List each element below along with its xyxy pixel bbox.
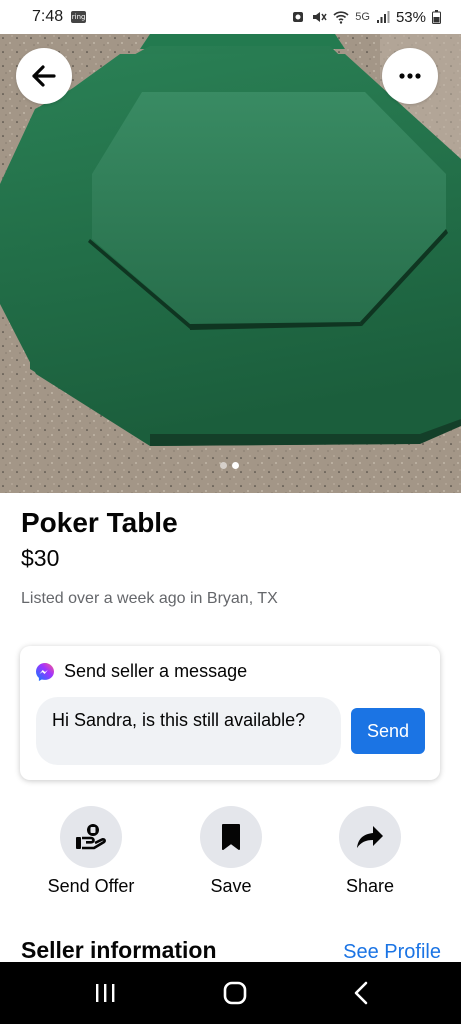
send-offer-label: Send Offer <box>47 876 135 896</box>
battery-percent: 53% <box>395 8 426 26</box>
send-offer-circle[interactable] <box>60 806 122 868</box>
share-icon <box>357 826 383 848</box>
system-nav-bar <box>0 962 461 1024</box>
network-type: 5G <box>355 11 370 23</box>
pagination-dot-active[interactable] <box>232 462 239 469</box>
more-dots-icon <box>399 73 421 79</box>
back-nav-icon[interactable] <box>353 981 369 1005</box>
status-right: 5G 53% <box>291 9 441 26</box>
listing-meta: Listed over a week ago in Bryan, TX <box>21 590 278 607</box>
seller-info-heading: Seller information <box>21 937 217 963</box>
wifi-icon <box>333 11 349 24</box>
listing-photo[interactable] <box>0 34 461 493</box>
share-circle[interactable] <box>339 806 401 868</box>
status-time: 7:48 <box>32 8 64 25</box>
save-label: Save <box>210 876 252 896</box>
share-label: Share <box>345 876 395 896</box>
messenger-icon <box>36 662 54 681</box>
share-button[interactable]: Share <box>315 806 425 897</box>
listing-title: Poker Table <box>21 507 178 538</box>
back-button[interactable] <box>16 48 72 104</box>
photo-pagination <box>220 462 239 469</box>
status-bar: 7:48 ring 5G 53% <box>0 0 461 34</box>
more-options-button[interactable] <box>382 48 438 104</box>
message-seller-card: Send seller a message Hi Sandra, is this… <box>20 646 440 780</box>
send-button[interactable]: Send <box>351 708 425 754</box>
home-icon[interactable] <box>222 980 248 1006</box>
offer-icon <box>76 824 106 850</box>
see-profile-link[interactable]: See Profile <box>343 941 441 964</box>
card-heading-text: Send seller a message <box>64 661 248 681</box>
back-arrow-icon <box>32 65 56 87</box>
listing-price: $30 <box>21 545 60 571</box>
status-left: 7:48 ring <box>32 8 87 26</box>
battery-icon <box>432 10 441 24</box>
send-offer-button[interactable]: Send Offer <box>36 806 146 897</box>
action-row: Send Offer Save Share <box>0 806 461 906</box>
recent-apps-icon[interactable] <box>93 982 117 1004</box>
bookmark-icon <box>222 824 240 850</box>
message-input[interactable]: Hi Sandra, is this still available? <box>36 697 341 765</box>
alarm-icon <box>293 12 304 22</box>
pagination-dot[interactable] <box>220 462 227 469</box>
poker-table-photo <box>0 34 461 493</box>
ring-app-icon: ring <box>71 11 87 23</box>
save-button[interactable]: Save <box>176 806 286 897</box>
save-circle[interactable] <box>200 806 262 868</box>
signal-icon <box>376 11 390 23</box>
mute-icon <box>313 12 327 22</box>
card-heading: Send seller a message <box>35 661 247 682</box>
